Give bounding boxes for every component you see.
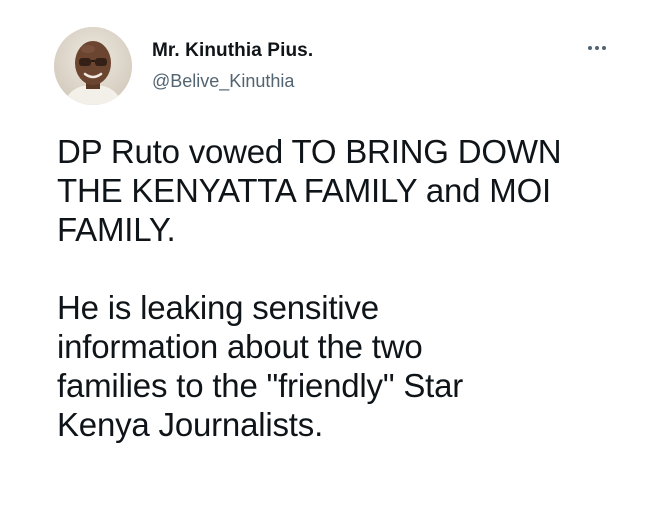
author-name[interactable]: Mr. Kinuthia Pius.: [152, 40, 313, 62]
tweet-card: Mr. Kinuthia Pius. @Belive_Kinuthia DP R…: [0, 0, 662, 510]
tweet-paragraph: DP Ruto vowed TO BRING DOWN THE KENYATTA…: [57, 133, 562, 248]
author-handle[interactable]: @Belive_Kinuthia: [152, 71, 294, 92]
tweet-text: DP Ruto vowed TO BRING DOWN THE KENYATTA…: [57, 132, 637, 444]
more-options-button[interactable]: [582, 36, 612, 60]
more-horizontal-icon: [588, 46, 606, 50]
avatar[interactable]: [54, 27, 132, 105]
avatar-image: [54, 27, 132, 105]
tweet-paragraph: He is leaking sensitive information abou…: [57, 289, 464, 443]
